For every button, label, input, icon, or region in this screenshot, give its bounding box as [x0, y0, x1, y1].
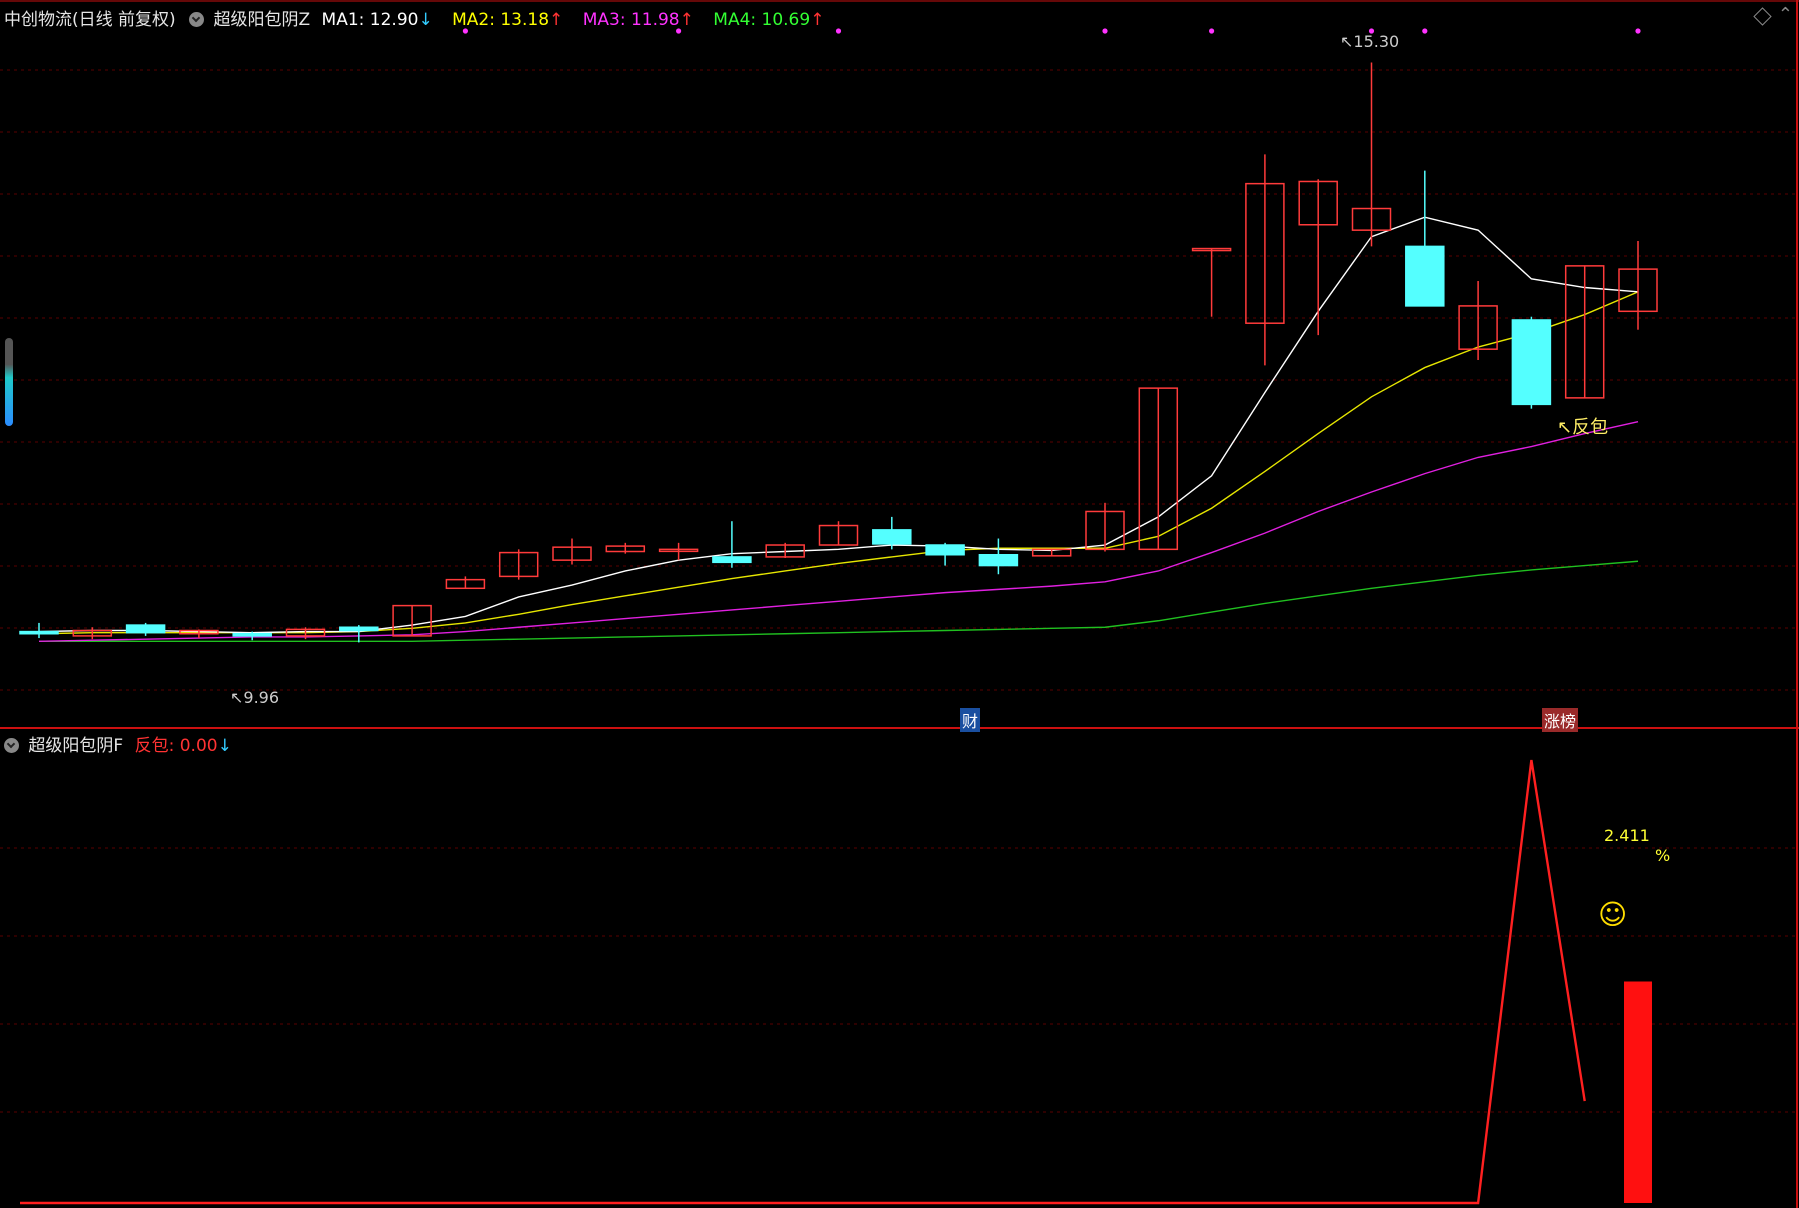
ma4-label: MA4: 10.69	[713, 10, 811, 30]
low-arrow-icon: ↖	[230, 688, 244, 707]
signal-dot	[1209, 28, 1215, 34]
candle-body	[872, 529, 912, 545]
volume-scroll-indicator[interactable]	[5, 338, 13, 426]
moving-averages	[38, 216, 1639, 643]
main-indicator-name[interactable]: 超级阳包阴Z	[213, 10, 310, 30]
sub-value: 2.411	[1604, 826, 1650, 845]
sub-indicator-chart	[20, 759, 1652, 1205]
high-price-value: 15.30	[1353, 32, 1400, 51]
sub-collapse-icon[interactable]	[4, 738, 19, 753]
ma1-line	[38, 216, 1639, 634]
kline-chart[interactable]	[0, 0, 1799, 1208]
sub-unit: %	[1655, 846, 1671, 865]
candle-body	[339, 626, 379, 632]
candle-body	[125, 624, 166, 634]
high-price-label: ↖15.30	[1338, 32, 1401, 51]
panel-close-icon[interactable]: ⌃	[1778, 4, 1793, 25]
sub-line	[20, 759, 1586, 1205]
high-arrow-icon: ↖	[1340, 32, 1354, 51]
sub-value-label: 反包: 0.00	[134, 736, 218, 756]
signal-dot	[1422, 28, 1428, 34]
signal-label: ↖反包	[1555, 413, 1610, 439]
candle-body	[978, 554, 1019, 567]
financial-report-badge[interactable]: 财	[960, 708, 981, 732]
signal-dot	[1635, 28, 1641, 34]
candle-body	[1405, 245, 1445, 307]
sub-indicator-name[interactable]: 超级阳包阴F	[28, 736, 123, 756]
main-header: 中创物流(日线 前复权) 超级阳包阴Z MA1: 12.90↓ MA2: 13.…	[4, 5, 824, 30]
candlesticks[interactable]	[19, 62, 1658, 643]
signal-text: 反包	[1572, 417, 1609, 438]
ma4-arrow-icon: ↑	[810, 10, 825, 30]
sub-bar	[1624, 981, 1652, 1203]
ma1-label: MA1: 12.90	[321, 10, 419, 30]
sub-header: 超级阳包阴F 反包: 0.00↓	[4, 731, 232, 756]
candle-body	[232, 632, 272, 637]
grid-lines	[0, 69, 1799, 1113]
candle-body	[19, 630, 59, 635]
ma2-line	[38, 291, 1639, 635]
smiley-icon: ☺	[1598, 898, 1628, 931]
ma2-arrow-icon: ↑	[549, 10, 564, 30]
candle-body	[1511, 319, 1552, 406]
low-price-value: 9.96	[243, 688, 280, 707]
stock-name: 中创物流(日线 前复权)	[4, 10, 176, 30]
candle-body	[712, 556, 752, 564]
ma2-label: MA2: 13.18	[452, 10, 550, 30]
sub-arrow-icon: ↓	[217, 736, 232, 756]
low-price-label: ↖9.96	[228, 688, 281, 707]
collapse-icon[interactable]	[189, 12, 205, 27]
candle-body	[925, 544, 965, 556]
signal-dot	[1102, 28, 1108, 34]
signal-arrow-icon: ↖	[1557, 417, 1573, 438]
ma3-arrow-icon: ↑	[679, 10, 694, 30]
ma3-label: MA3: 11.98	[582, 10, 680, 30]
ma1-arrow-icon: ↓	[418, 10, 433, 30]
signal-dot	[835, 28, 842, 34]
limit-up-badge[interactable]: 涨榜	[1542, 708, 1579, 732]
